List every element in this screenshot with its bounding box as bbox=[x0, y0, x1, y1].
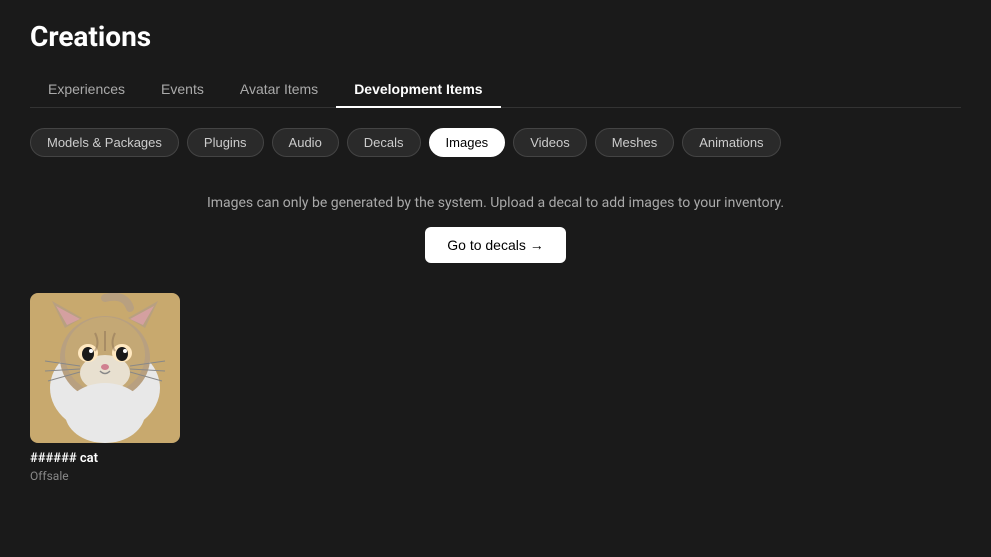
item-name: ###### cat bbox=[30, 451, 180, 466]
info-text: Images can only be generated by the syst… bbox=[30, 195, 961, 211]
info-section: Images can only be generated by the syst… bbox=[30, 185, 961, 273]
items-grid: ###### cat Offsale bbox=[30, 293, 961, 483]
go-to-decals-button[interactable]: Go to decals → bbox=[425, 227, 566, 263]
filter-pill-animations[interactable]: Animations bbox=[682, 128, 780, 157]
main-tab-development-items[interactable]: Development Items bbox=[336, 71, 500, 107]
filter-pill-meshes[interactable]: Meshes bbox=[595, 128, 675, 157]
page-container: Creations ExperiencesEventsAvatar ItemsD… bbox=[0, 0, 991, 503]
filter-pill-plugins[interactable]: Plugins bbox=[187, 128, 264, 157]
filter-pill-images[interactable]: Images bbox=[429, 128, 506, 157]
filter-pill-videos[interactable]: Videos bbox=[513, 128, 587, 157]
filter-pills: Models & Packages Plugins Audio Decals Image… bbox=[30, 128, 961, 157]
main-tab-avatar-items[interactable]: Avatar Items bbox=[222, 71, 336, 107]
page-title: Creations bbox=[30, 20, 961, 53]
main-tab-experiences[interactable]: Experiences bbox=[30, 71, 143, 107]
cat-thumbnail-image bbox=[30, 293, 180, 443]
main-tab-events[interactable]: Events bbox=[143, 71, 222, 107]
filter-pill-audio[interactable]: Audio bbox=[272, 128, 339, 157]
item-status: Offsale bbox=[30, 469, 180, 483]
filter-pill-decals[interactable]: Decals bbox=[347, 128, 421, 157]
item-card-cat-item[interactable]: ###### cat Offsale bbox=[30, 293, 180, 483]
filter-pill-models[interactable]: Models & Packages bbox=[30, 128, 179, 157]
main-tabs: ExperiencesEventsAvatar ItemsDevelopment… bbox=[30, 71, 961, 108]
item-thumbnail bbox=[30, 293, 180, 443]
